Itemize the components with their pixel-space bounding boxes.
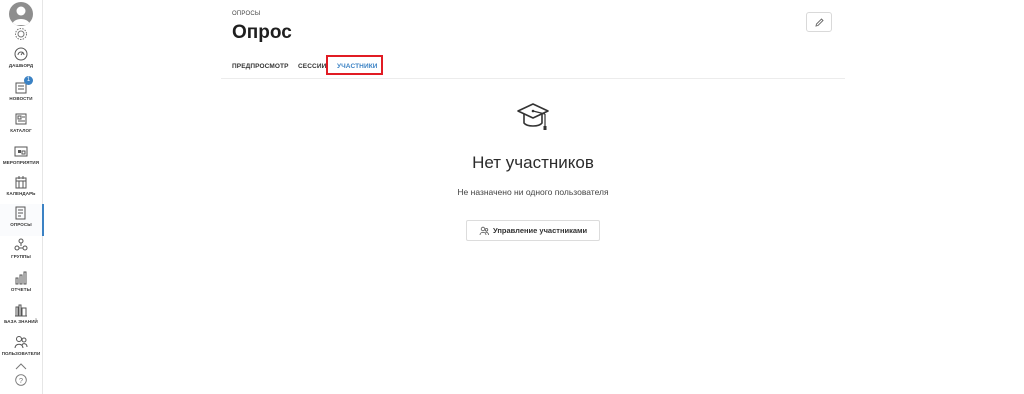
news-badge: 1 bbox=[24, 76, 33, 85]
users-icon bbox=[479, 226, 489, 236]
svg-text:?: ? bbox=[19, 376, 23, 385]
tab-sessions[interactable]: СЕССИИ bbox=[298, 58, 326, 70]
gear-icon[interactable] bbox=[14, 27, 28, 41]
sidebar-item-knowledge-base[interactable]: БАЗА ЗНАНИЙ bbox=[0, 303, 42, 331]
sidebar-item-dashboard[interactable]: ДАШБОРД bbox=[0, 47, 42, 75]
manage-participants-label: Управление участниками bbox=[493, 226, 588, 235]
reports-icon bbox=[15, 271, 27, 285]
breadcrumb[interactable]: ОПРОСЫ bbox=[232, 11, 260, 17]
sidebar-item-label: ГРУППЫ bbox=[11, 254, 31, 259]
sidebar-item-label: ОПРОСЫ bbox=[10, 222, 32, 227]
page-title: Опрос bbox=[232, 22, 292, 43]
edit-button[interactable] bbox=[806, 12, 832, 32]
sidebar: ДАШБОРД 1 НОВОСТИ КАТАЛОГ МЕРОПРИЯТИЯ КА… bbox=[0, 0, 44, 394]
tab-preview[interactable]: ПРЕДПРОСМОТР bbox=[232, 58, 289, 70]
sidebar-item-label: ДАШБОРД bbox=[8, 63, 34, 68]
sidebar-item-label: ПОЛЬЗОВАТЕЛИ bbox=[1, 351, 41, 356]
sidebar-item-users[interactable]: ПОЛЬЗОВАТЕЛИ bbox=[0, 335, 42, 363]
user-avatar[interactable] bbox=[9, 2, 33, 26]
dashboard-icon bbox=[14, 47, 28, 61]
sidebar-item-catalog[interactable]: КАТАЛОГ bbox=[0, 112, 42, 140]
surveys-icon bbox=[15, 206, 26, 220]
chevron-up-icon[interactable] bbox=[15, 363, 27, 370]
sidebar-item-reports[interactable]: ОТЧЕТЫ bbox=[0, 271, 42, 299]
empty-state-title: Нет участников bbox=[472, 153, 594, 172]
sidebar-item-news[interactable]: 1 НОВОСТИ bbox=[0, 76, 42, 108]
sidebar-item-label: ОТЧЕТЫ bbox=[10, 287, 32, 292]
sidebar-item-surveys[interactable]: ОПРОСЫ bbox=[0, 204, 44, 236]
active-tab-highlight bbox=[326, 55, 383, 75]
pencil-icon bbox=[815, 18, 824, 27]
users-icon bbox=[14, 336, 28, 349]
groups-icon bbox=[14, 238, 28, 251]
knowledge-base-icon bbox=[15, 304, 27, 317]
graduation-cap-icon bbox=[517, 103, 549, 130]
help-icon[interactable]: ? bbox=[15, 374, 27, 386]
sidebar-item-groups[interactable]: ГРУППЫ bbox=[0, 238, 42, 266]
empty-state-subtitle: Не назначено ни одного пользователя bbox=[457, 187, 609, 197]
manage-participants-button[interactable]: Управление участниками bbox=[466, 220, 600, 241]
sidebar-item-label: БАЗА ЗНАНИЙ bbox=[4, 319, 38, 324]
catalog-icon bbox=[15, 113, 27, 125]
sidebar-item-label: НОВОСТИ bbox=[9, 96, 33, 101]
tabs-divider bbox=[221, 78, 845, 79]
sidebar-item-label: КАТАЛОГ bbox=[10, 128, 32, 133]
